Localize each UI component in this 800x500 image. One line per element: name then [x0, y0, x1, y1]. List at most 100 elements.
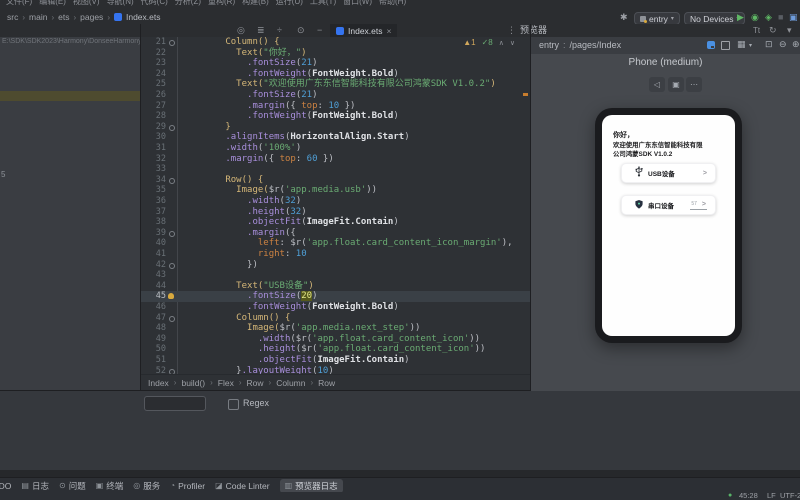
hide-icon[interactable]: − — [317, 24, 322, 37]
editor-breadcrumb-item[interactable]: Flex — [218, 378, 234, 388]
intention-bulb-icon[interactable] — [168, 293, 174, 300]
fold-marker[interactable] — [169, 177, 175, 184]
fold-marker[interactable] — [169, 124, 175, 131]
code-text[interactable]: .width(32) — [182, 196, 301, 207]
menu-item[interactable]: 导航(N) — [107, 0, 134, 7]
code-text[interactable]: .height(32) — [182, 207, 307, 218]
code-text[interactable]: .fontWeight(FontWeight.Bold) — [182, 302, 399, 313]
device-card[interactable]: 串口设备 57 > — [621, 195, 716, 215]
rotate-icon[interactable]: ◁ — [649, 77, 665, 92]
tool-window-button[interactable]: ◎ 服务 — [133, 480, 160, 492]
code-text[interactable]: left: $r('app.float.card_content_icon_ma… — [182, 238, 513, 249]
menu-item[interactable]: 工具(T) — [310, 0, 336, 7]
locate-file-icon[interactable]: ◎ — [237, 24, 245, 37]
collapse-icon[interactable]: ▾ — [787, 24, 792, 37]
sync-preview-icon[interactable] — [707, 41, 715, 49]
inspections-widget[interactable]: ▲1 ✓8 ∧ ∨ — [460, 38, 518, 47]
code-text[interactable]: right: 10 — [182, 249, 307, 260]
text-size-icon[interactable]: Tt — [753, 24, 760, 37]
code-text[interactable]: } — [182, 122, 230, 133]
code-text[interactable]: Column() { — [182, 313, 290, 324]
next-problem-icon[interactable]: ∨ — [510, 39, 515, 47]
editor-breadcrumb-item[interactable]: Row — [247, 378, 264, 388]
code-text[interactable]: Image($r('app.media.usb')) — [182, 185, 377, 196]
breadcrumb-item[interactable]: ets — [58, 12, 69, 22]
more-icon[interactable]: ⋯ — [686, 77, 702, 92]
tool-window-button[interactable]: ◔ Profiler — [170, 481, 205, 491]
panel-scrollbar[interactable] — [0, 470, 800, 477]
device-card[interactable]: USB设备 > — [621, 163, 716, 183]
fold-marker[interactable] — [169, 40, 175, 46]
inspector-icon[interactable] — [721, 41, 730, 50]
menu-item[interactable]: 窗口(W) — [343, 0, 372, 7]
editor-breadcrumb-item[interactable]: Index — [148, 378, 169, 388]
code-text[interactable]: .width($r('app.float.card_content_icon')… — [182, 334, 480, 345]
code-text[interactable]: Text("你好，") — [182, 48, 306, 59]
code-text[interactable]: Text("欢迎使用广东东信智能科技有限公司鸿蒙SDK V1.0.2") — [182, 79, 496, 90]
code-text[interactable]: Image($r('app.media.next_step')) — [182, 323, 420, 334]
code-text[interactable]: .width('100%') — [182, 143, 301, 154]
drag-handle-icon[interactable]: ⋮ — [507, 24, 516, 37]
bug-run-icon[interactable]: ◈ — [765, 11, 772, 24]
code-text[interactable]: .fontSize(21) — [182, 90, 317, 101]
code-text[interactable]: .margin({ top: 10 }) — [182, 101, 355, 112]
code-text[interactable]: Column() { — [182, 37, 279, 48]
caret-position[interactable]: 45:28 — [739, 492, 758, 500]
fold-marker[interactable] — [169, 315, 175, 322]
menu-item[interactable]: 编辑(E) — [39, 0, 66, 7]
chevron-down-icon[interactable]: ▾ — [749, 42, 752, 49]
code-text[interactable]: .height($r('app.float.card_content_icon'… — [182, 344, 486, 355]
settings-icon[interactable]: ⊙ — [297, 24, 305, 37]
breadcrumb-item[interactable]: main — [29, 12, 47, 22]
regex-checkbox[interactable] — [228, 399, 239, 410]
menu-item[interactable]: 运行(U) — [276, 0, 303, 7]
menu-item[interactable]: 构建(B) — [242, 0, 269, 7]
close-icon[interactable]: × — [387, 26, 392, 36]
editor-breadcrumb-item[interactable]: Column — [276, 378, 305, 388]
debug-icon[interactable]: ◉ — [751, 11, 759, 24]
tool-window-button[interactable]: ▤ 日志 — [21, 480, 49, 492]
code-text[interactable]: .fontWeight(FontWeight.Bold) — [182, 69, 399, 80]
editor-breadcrumb-item[interactable]: Row — [318, 378, 335, 388]
code-text[interactable]: .fontWeight(FontWeight.Bold) — [182, 111, 399, 122]
tool-window-button[interactable]: ▥ 预览器日志 — [279, 478, 343, 493]
menu-item[interactable]: 代码(C) — [141, 0, 168, 7]
breadcrumb-item[interactable]: src — [7, 12, 18, 22]
menu-item[interactable]: 文件(F) — [6, 0, 32, 7]
tool-window-todo[interactable]: TODO — [0, 481, 11, 491]
zoom-out-icon[interactable]: ⊖ — [779, 39, 787, 50]
log-filter-input[interactable] — [144, 396, 206, 411]
split-icon[interactable]: ÷ — [277, 24, 282, 37]
code-text[interactable]: .objectFit(ImageFit.Contain) — [182, 217, 399, 228]
tab-index-ets[interactable]: Index.ets × — [330, 24, 398, 37]
menu-item[interactable]: 帮助(H) — [379, 0, 406, 7]
code-text[interactable]: .objectFit(ImageFit.Contain) — [182, 355, 410, 366]
tool-window-button[interactable]: ▣ 终端 — [96, 480, 124, 492]
fold-marker[interactable] — [169, 262, 175, 269]
code-text[interactable]: Text("USB设备") — [182, 281, 314, 292]
code-text[interactable]: .margin({ top: 60 }) — [182, 154, 333, 165]
code-text[interactable]: .fontSize(21) — [182, 58, 317, 69]
grid-view-icon[interactable]: ▦ — [737, 39, 746, 50]
divider[interactable] — [140, 24, 141, 391]
multi-screen-icon[interactable]: ▣ — [668, 77, 684, 92]
editor-breadcrumb-item[interactable]: build() — [181, 378, 205, 388]
code-text[interactable]: .margin({ — [182, 228, 296, 239]
code-text[interactable]: .alignItems(HorizontalAlign.Start) — [182, 132, 409, 143]
code-editor[interactable]: 21 Column() {22 Text("你好，") 23 .fontSize(… — [140, 37, 530, 374]
menu-item[interactable]: 视图(V) — [73, 0, 100, 7]
gear-icon[interactable]: ✱ — [620, 11, 628, 24]
menu-item[interactable]: 分析(Z) — [175, 0, 201, 7]
menu-item[interactable]: 重构(R) — [208, 0, 235, 7]
code-text[interactable]: }) — [182, 260, 258, 271]
fit-to-screen-icon[interactable]: ⊡ — [765, 39, 773, 50]
refresh-icon[interactable]: ↻ — [769, 24, 777, 37]
code-text[interactable]: }.layoutWeight(10) — [182, 366, 334, 374]
line-ending[interactable]: LF — [767, 492, 776, 500]
zoom-in-icon[interactable]: ⊕ — [792, 39, 800, 50]
code-text[interactable]: .fontSize(20) — [182, 291, 318, 302]
fold-marker[interactable] — [169, 230, 175, 237]
prev-problem-icon[interactable]: ∧ — [499, 39, 504, 47]
code-text[interactable]: Row() { — [182, 175, 263, 186]
tool-window-button[interactable]: ◪ Code Linter — [215, 481, 270, 491]
